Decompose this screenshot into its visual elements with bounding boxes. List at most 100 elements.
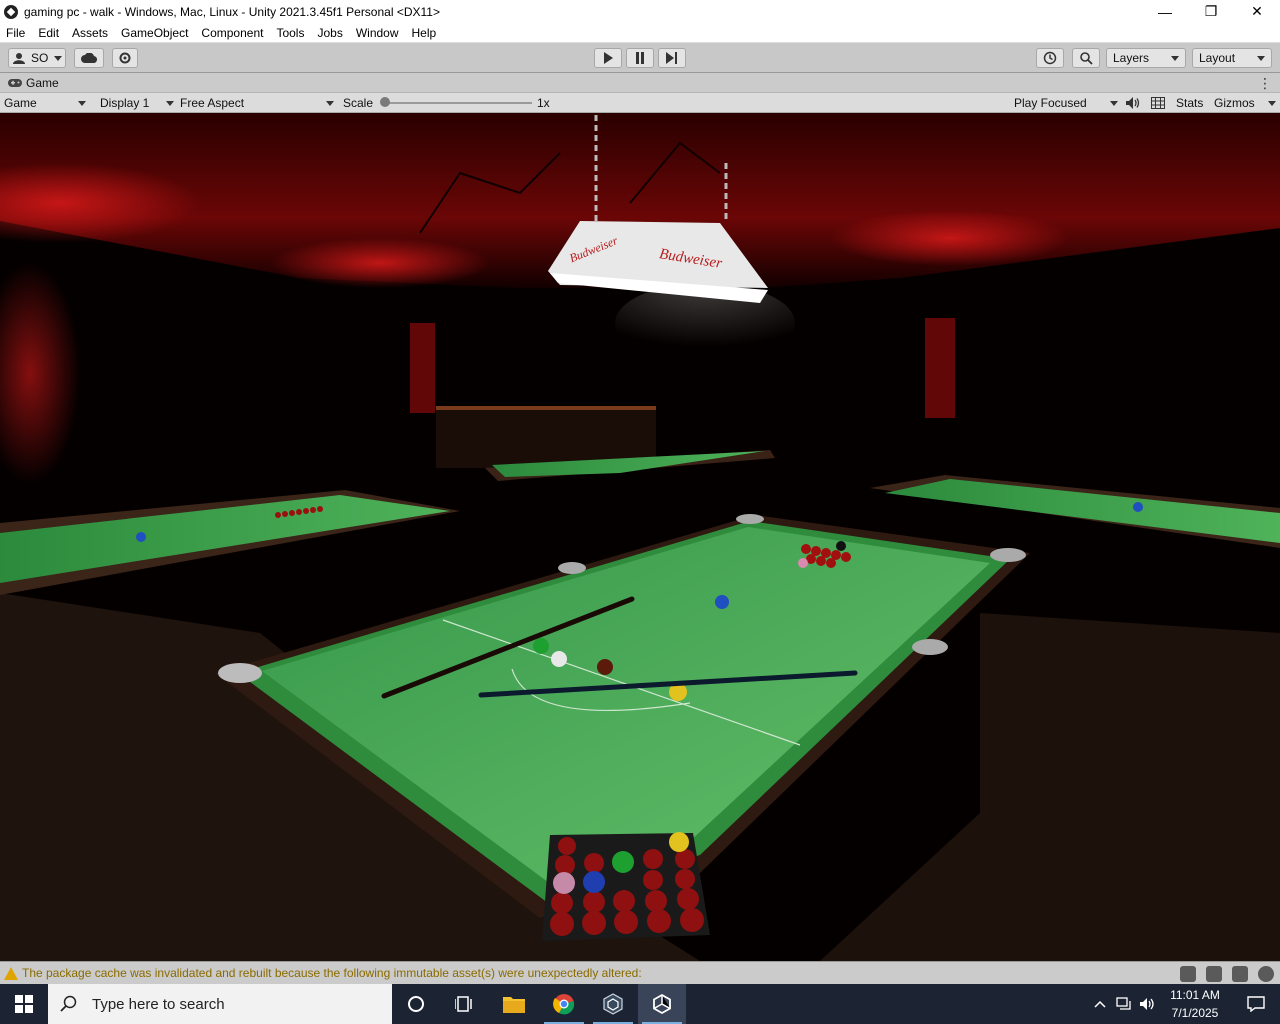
clock-time: 11:01 AM (1170, 988, 1220, 1002)
brown-ball (597, 659, 613, 675)
rack-blue-ball (583, 871, 605, 893)
scale-slider-thumb[interactable] (380, 97, 390, 107)
network-icon[interactable] (1116, 997, 1132, 1011)
mute-audio-button[interactable] (1126, 93, 1140, 113)
scale-slider-track[interactable] (388, 102, 532, 104)
notification-icon (1247, 996, 1265, 1012)
rack-yellow-ball (669, 832, 689, 852)
back-shelf-top (436, 406, 656, 410)
windows-taskbar: Type here to search 11:01 AM 7/1/2025 (0, 984, 1280, 1024)
folder-icon (503, 997, 525, 1013)
warning-icon (4, 966, 18, 980)
system-tray (1094, 984, 1156, 1024)
notifications-button[interactable] (1232, 984, 1280, 1024)
main-toolbar: SO Layers Layout (0, 43, 1280, 73)
step-button[interactable] (658, 48, 686, 68)
menu-file[interactable]: File (0, 26, 32, 40)
snooker-room-scene: Budweiser Budweiser (0, 113, 1280, 961)
speaker-icon (1126, 97, 1140, 109)
menu-tools[interactable]: Tools (270, 26, 311, 40)
unity-editor-button[interactable] (638, 984, 686, 1024)
gear-icon (119, 52, 131, 64)
layers-dropdown[interactable]: Layers (1106, 48, 1186, 68)
chevron-up-icon[interactable] (1094, 1000, 1106, 1008)
window-controls: — ❐ ✕ (1142, 0, 1280, 23)
taskbar-clock[interactable]: 11:01 AM 7/1/2025 (1160, 986, 1230, 1022)
search-button[interactable] (1072, 48, 1100, 68)
chrome-button[interactable] (540, 984, 588, 1024)
gizmos-dropdown[interactable]: Gizmos (1214, 93, 1276, 113)
layout-dropdown[interactable]: Layout (1192, 48, 1272, 68)
history-button[interactable] (1036, 48, 1064, 68)
chevron-down-icon (1257, 55, 1265, 61)
volume-icon[interactable] (1140, 997, 1156, 1011)
menu-jobs[interactable]: Jobs (311, 26, 349, 40)
start-button[interactable] (0, 984, 48, 1024)
cloud-button[interactable] (74, 48, 104, 68)
network-icon[interactable] (1232, 966, 1248, 982)
chevron-down-icon (326, 100, 334, 106)
task-view-button[interactable] (440, 984, 488, 1024)
ceiling-light-mid-left (270, 238, 490, 288)
taskbar-search-box[interactable]: Type here to search (48, 984, 392, 1024)
cortana-icon (408, 996, 424, 1012)
cortana-button[interactable] (392, 984, 440, 1024)
pocket-left (218, 663, 262, 683)
stats-button[interactable]: Stats (1176, 93, 1203, 113)
ceiling-light-right (830, 210, 1070, 266)
scale-value: 1x (537, 96, 550, 110)
menu-edit[interactable]: Edit (32, 26, 66, 40)
chevron-down-icon (166, 100, 174, 106)
play-button[interactable] (594, 48, 622, 68)
file-explorer-button[interactable] (490, 984, 538, 1024)
game-tab-strip: Game ⋮ (0, 73, 1280, 93)
wall-sconce-right (925, 318, 955, 418)
aspect-select[interactable]: Free Aspect (180, 93, 334, 113)
aspect-select-value: Free Aspect (180, 96, 245, 110)
menu-window[interactable]: Window (350, 26, 406, 40)
game-view-toolbar: Game Display 1 Free Aspect Scale 1x Play… (0, 93, 1280, 113)
pause-button[interactable] (626, 48, 654, 68)
close-button[interactable]: ✕ (1234, 0, 1280, 23)
wall-sconce-left (410, 323, 435, 413)
layers-label: Layers (1113, 51, 1150, 65)
blue-ball (715, 595, 729, 609)
cloud-icon (81, 53, 97, 63)
unity-logo-icon (4, 4, 18, 19)
search-icon (60, 995, 77, 1012)
window-title: gaming pc - walk - Windows, Mac, Linux -… (24, 4, 440, 19)
bug-icon[interactable] (1180, 966, 1196, 982)
menu-assets[interactable]: Assets (66, 26, 115, 40)
view-select[interactable]: Game (4, 93, 90, 113)
collab-button[interactable] (112, 48, 138, 68)
chevron-down-icon (78, 100, 86, 106)
check-icon[interactable] (1258, 966, 1274, 982)
view-select-value: Game (4, 96, 37, 110)
minimize-button[interactable]: — (1142, 0, 1188, 23)
play-mode-value: Play Focused (1014, 96, 1087, 110)
more-options-icon[interactable]: ⋮ (1258, 75, 1272, 92)
windows-logo-icon (15, 995, 33, 1013)
chevron-down-icon (1268, 100, 1276, 106)
menu-component[interactable]: Component (195, 26, 270, 40)
tab-game-label: Game (26, 75, 59, 90)
cue-ball (551, 651, 567, 667)
unity-hub-button[interactable] (589, 984, 637, 1024)
console-status-bar[interactable]: The package cache was invalidated and re… (0, 961, 1280, 984)
play-mode-select[interactable]: Play Focused (1014, 93, 1118, 113)
account-label: SO (31, 51, 49, 65)
maximize-button[interactable]: ❐ (1188, 0, 1234, 23)
chevron-down-icon (54, 55, 63, 61)
display-select-value: Display 1 (100, 96, 150, 110)
menu-help[interactable]: Help (406, 26, 444, 40)
tab-game[interactable]: Game (8, 76, 59, 90)
gizmos-label: Gizmos (1214, 96, 1255, 110)
display-select[interactable]: Display 1 (100, 93, 174, 113)
game-viewport[interactable]: Budweiser Budweiser (0, 113, 1280, 961)
pause-icon (636, 52, 644, 64)
resolution-button[interactable] (1151, 93, 1165, 113)
cache-icon[interactable] (1206, 966, 1222, 982)
clock-date: 7/1/2025 (1171, 1006, 1219, 1020)
menu-gameobject[interactable]: GameObject (115, 26, 195, 40)
account-dropdown[interactable]: SO (8, 48, 66, 68)
